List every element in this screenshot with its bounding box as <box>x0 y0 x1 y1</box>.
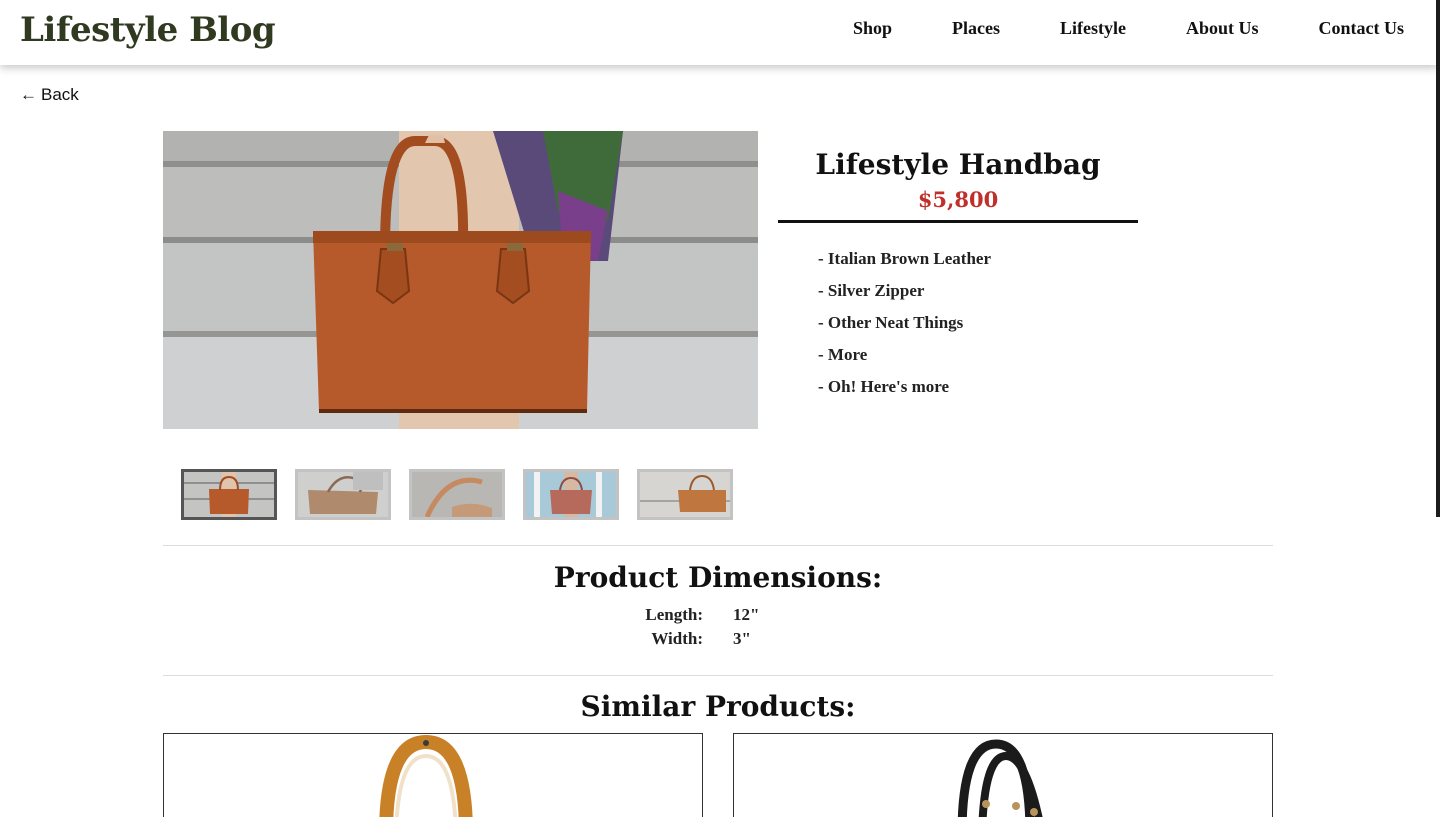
dimension-value: 12" <box>733 605 760 624</box>
nav-lifestyle[interactable]: Lifestyle <box>1060 18 1126 39</box>
nav-about-us[interactable]: About Us <box>1186 18 1259 39</box>
similar-product-image <box>957 739 1043 817</box>
feature-item: - Other Neat Things <box>818 313 964 332</box>
feature-item: - Silver Zipper <box>818 281 925 300</box>
nav-contact-us[interactable]: Contact Us <box>1319 18 1405 39</box>
dimension-label: Width: <box>651 629 703 648</box>
main-nav: Shop Places Lifestyle About Us Contact U… <box>793 18 1404 39</box>
nav-places[interactable]: Places <box>952 18 1000 39</box>
similar-product-image <box>379 734 473 817</box>
feature-item: - Oh! Here's more <box>818 377 950 396</box>
title-divider <box>778 220 1138 223</box>
similar-product-card[interactable] <box>163 733 703 817</box>
thumbnail-3[interactable] <box>409 469 505 520</box>
thumbnail-strip <box>181 469 733 520</box>
product-info: Lifestyle Handbag $5,800 - Italian Brown… <box>778 148 1138 409</box>
nav-shop[interactable]: Shop <box>853 18 892 39</box>
scrollbar[interactable] <box>1436 0 1440 517</box>
feature-list: - Italian Brown Leather - Silver Zipper … <box>778 249 1138 409</box>
thumbnail-2[interactable] <box>295 469 391 520</box>
dimensions-title: Product Dimensions: <box>553 561 883 594</box>
back-label: Back <box>41 85 79 104</box>
thumbnail-5[interactable] <box>637 469 733 520</box>
dimension-label: Length: <box>645 605 703 624</box>
section-divider <box>163 675 1273 676</box>
arrow-left-icon: ← <box>20 85 37 104</box>
feature-item: - More <box>818 345 868 364</box>
similar-products-title: Similar Products: <box>580 690 856 723</box>
feature-item: - Italian Brown Leather <box>818 249 991 268</box>
product-title: Lifestyle Handbag <box>815 148 1101 181</box>
back-link[interactable]: ← Back <box>20 85 79 105</box>
dimension-value: 3" <box>733 629 751 648</box>
site-brand[interactable]: Lifestyle Blog <box>20 10 276 50</box>
product-main-image <box>163 131 758 429</box>
site-header: Lifestyle Blog Shop Places Lifestyle Abo… <box>0 0 1438 65</box>
product-price: $5,800 <box>917 187 999 212</box>
section-divider <box>163 545 1273 546</box>
similar-product-card[interactable] <box>733 733 1273 817</box>
thumbnail-4[interactable] <box>523 469 619 520</box>
thumbnail-1[interactable] <box>181 469 277 520</box>
